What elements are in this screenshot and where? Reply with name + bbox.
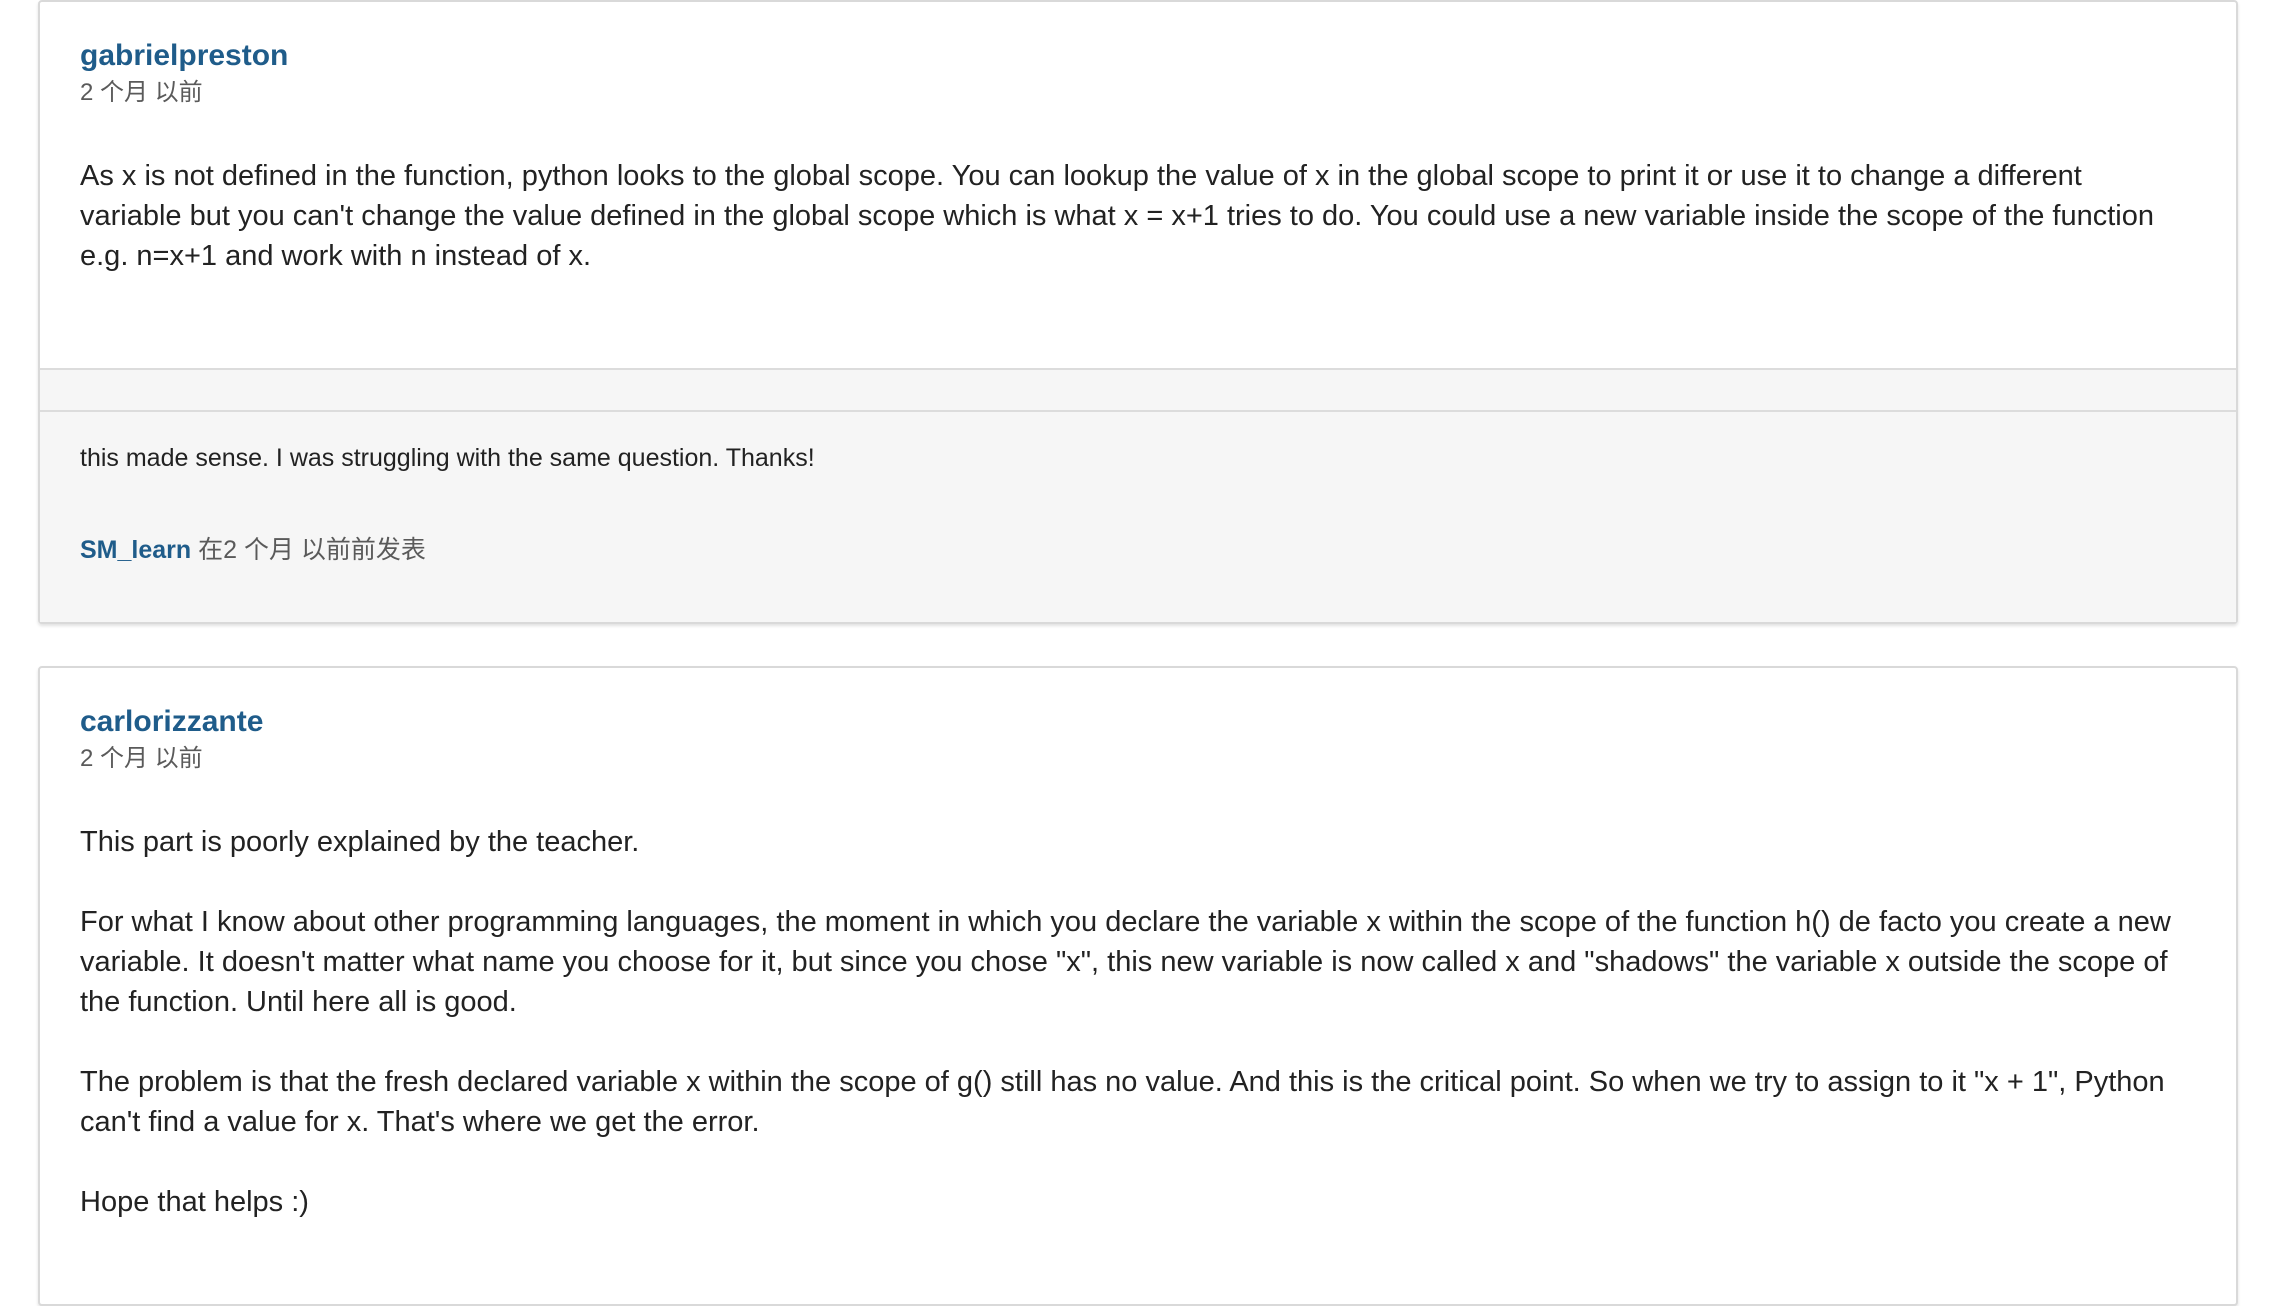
comment-meta: SM_learn 在2 个月 以前前发表 (80, 532, 2196, 568)
discussion-feed: gabrielpreston 2 个月 以前 As x is not defin… (0, 0, 2282, 1306)
comment-timestamp: 在2 个月 以前前发表 (198, 536, 426, 564)
response-card: carlorizzante 2 个月 以前 This part is poorl… (38, 666, 2238, 1306)
post-paragraph: This part is poorly explained by the tea… (80, 826, 640, 858)
author-link[interactable]: gabrielpreston (80, 36, 2196, 76)
post-paragraph: As x is not defined in the function, pyt… (80, 160, 2154, 272)
post-paragraph: For what I know about other programming … (80, 906, 2171, 1018)
post-body: As x is not defined in the function, pyt… (80, 156, 2190, 276)
comment-author-link[interactable]: SM_learn (80, 536, 191, 564)
comment: this made sense. I was struggling with t… (40, 412, 2236, 568)
post-paragraph: The problem is that the fresh declared v… (80, 1066, 2165, 1138)
author-link[interactable]: carlorizzante (80, 702, 2196, 742)
post-paragraph: Hope that helps :) (80, 1186, 309, 1218)
post-timestamp: 2 个月 以前 (80, 79, 203, 106)
response-post: gabrielpreston 2 个月 以前 As x is not defin… (40, 2, 2236, 368)
comment-text: this made sense. I was struggling with t… (80, 444, 815, 472)
comments-divider (40, 370, 2236, 412)
response-post: carlorizzante 2 个月 以前 This part is poorl… (40, 668, 2236, 1222)
post-timestamp: 2 个月 以前 (80, 745, 203, 772)
post-body: This part is poorly explained by the tea… (80, 822, 2190, 1222)
response-card: gabrielpreston 2 个月 以前 As x is not defin… (38, 0, 2238, 624)
comments-section: this made sense. I was struggling with t… (40, 368, 2236, 622)
